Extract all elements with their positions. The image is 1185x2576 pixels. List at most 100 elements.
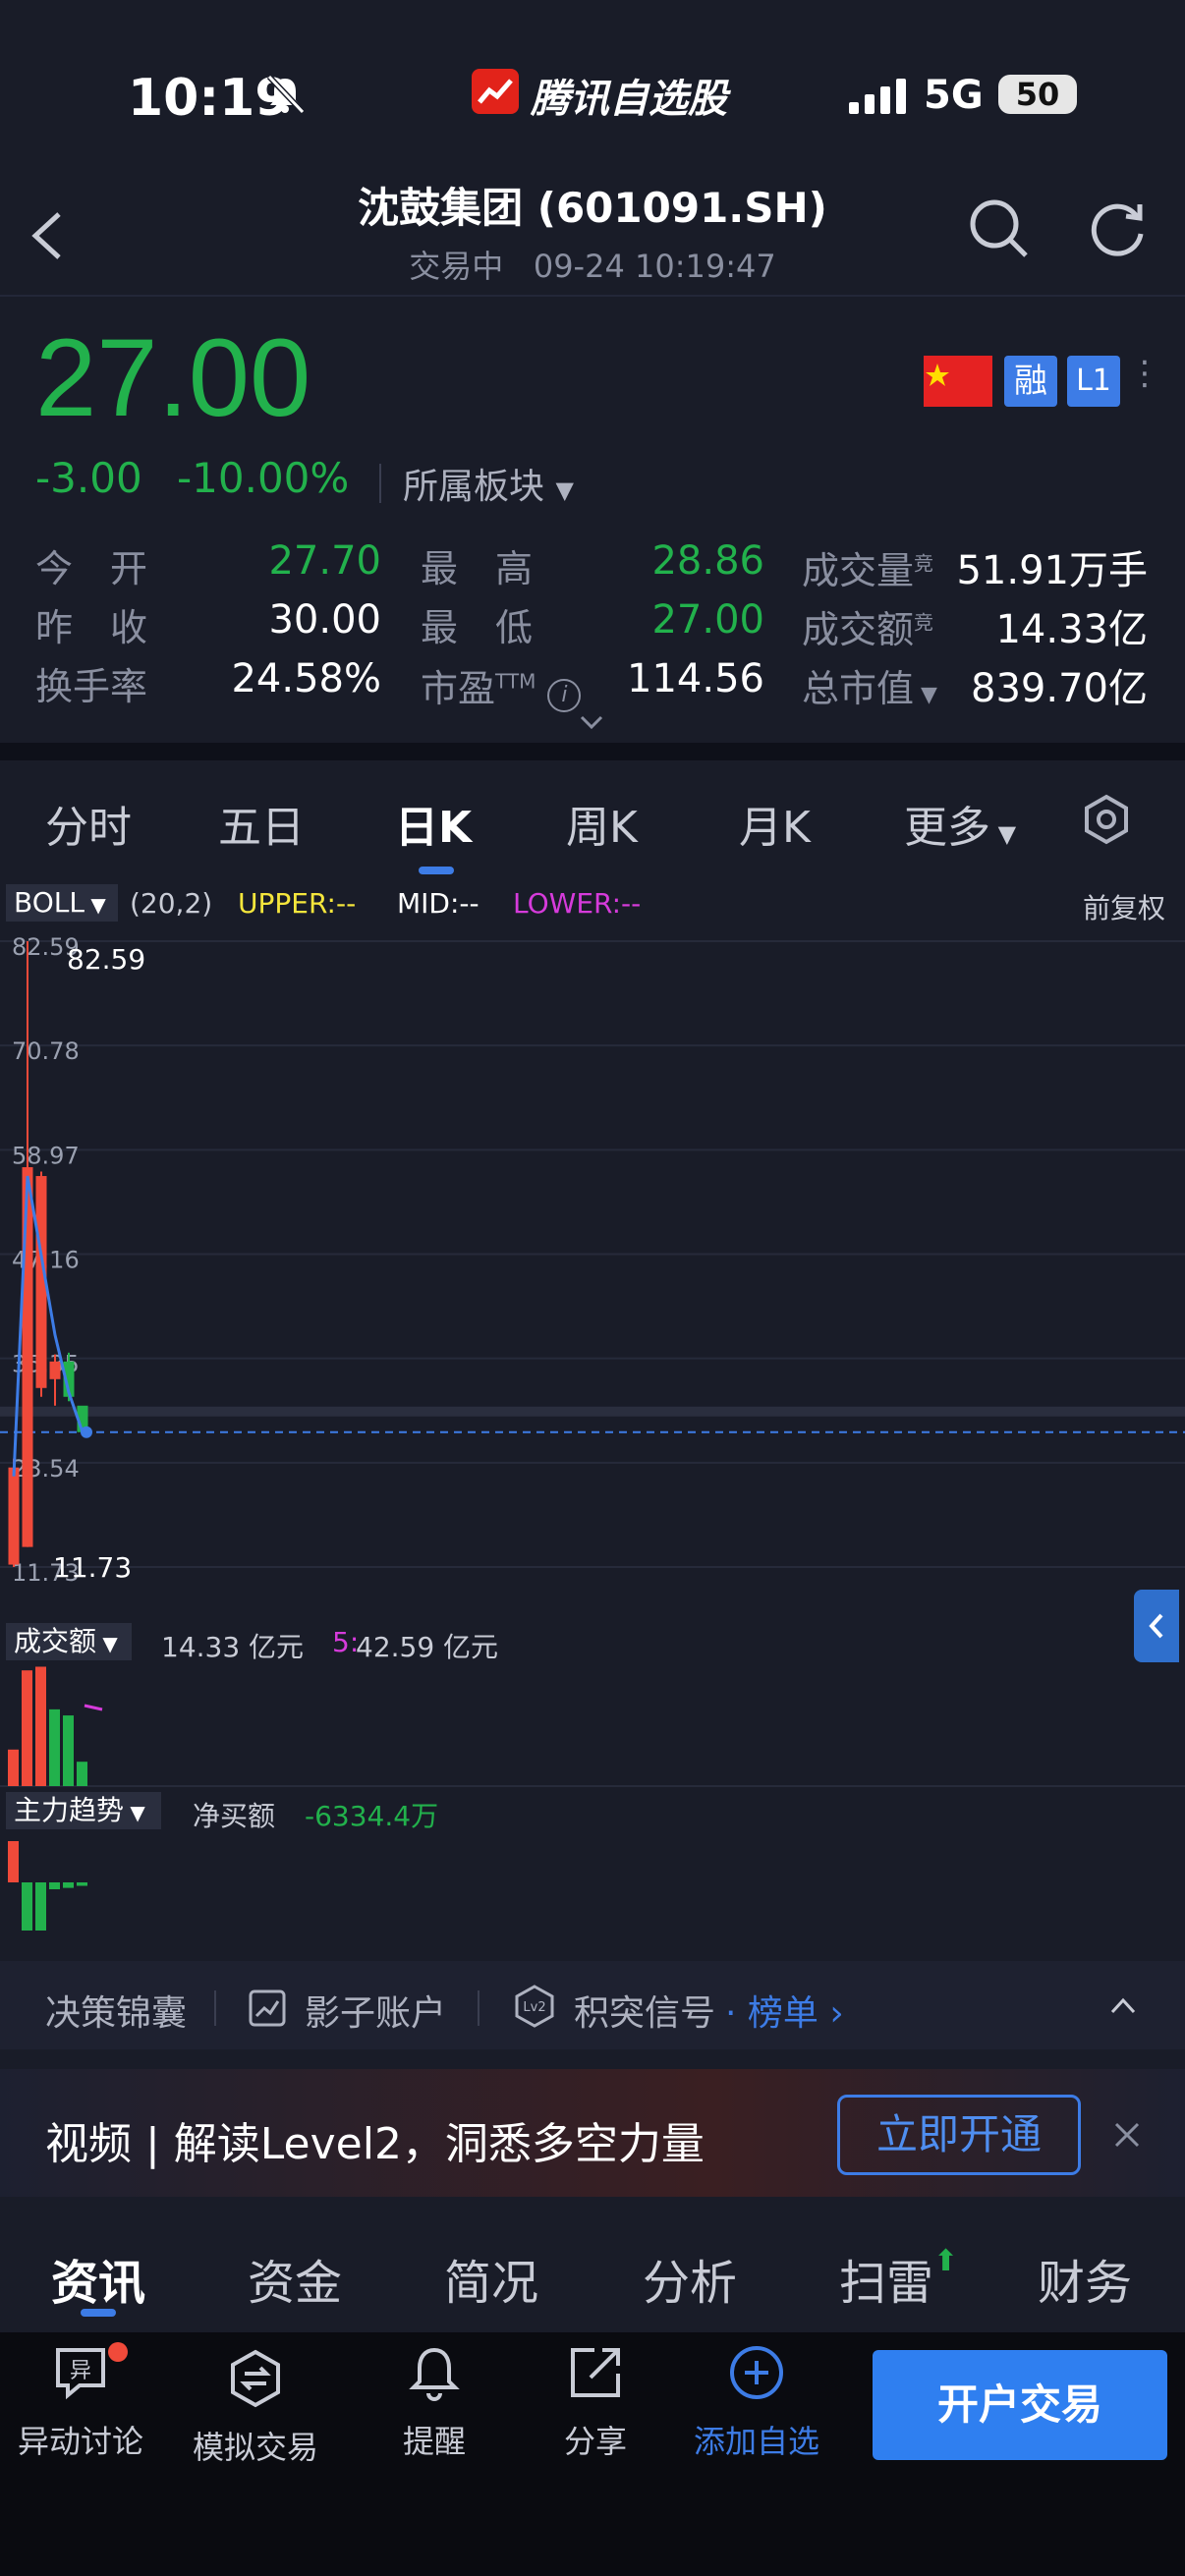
open-label: 今 开 — [35, 547, 148, 590]
divider — [478, 1990, 480, 2026]
y-tick-label: 70.78 — [12, 1037, 80, 1065]
flow-panel-label: 主力趋势 — [14, 1794, 125, 1826]
prev-close-value: 30.00 — [268, 597, 381, 643]
flow-bar — [35, 1882, 46, 1931]
tab-news[interactable]: 资讯 — [51, 2244, 145, 2313]
tab-more[interactable]: 更多 ▼ — [904, 792, 1016, 855]
net-buy-value: -6334.4万 — [305, 1800, 439, 1832]
more-vertical-icon[interactable]: ⋮ — [1128, 354, 1161, 393]
candlestick-chart[interactable]: 82.5970.7858.9747.1635.3523.5411.7382.59… — [0, 924, 1185, 1582]
tab-daily-k[interactable]: 日K — [395, 792, 472, 855]
search-icon[interactable] — [967, 196, 1030, 259]
nav-share-label: 分享 — [563, 2423, 627, 2460]
decision-kit-link[interactable]: 决策锦囊 — [45, 1985, 187, 2036]
tab-intraday[interactable]: 分时 — [45, 792, 132, 855]
tab-finance[interactable]: 财务 — [1038, 2244, 1132, 2313]
chart-card-icon — [249, 1989, 286, 2027]
adjust-mode[interactable]: 前复权 — [1083, 887, 1165, 926]
caret-down-icon: ▼ — [990, 820, 1017, 848]
tab-monthly-k[interactable]: 月K — [739, 792, 811, 855]
low-value: 27.00 — [651, 597, 764, 643]
nav-share[interactable]: 分享 — [517, 2342, 674, 2462]
margin-badge[interactable]: 融 — [1004, 356, 1057, 407]
indicator-selector[interactable]: BOLL ▼ — [6, 884, 118, 922]
expand-chevron-icon[interactable] — [578, 713, 605, 731]
flow-bar — [22, 1882, 32, 1931]
amount-label-text: 成交额 — [802, 608, 915, 651]
shadow-account-link[interactable]: 影子账户 — [305, 1985, 446, 2036]
pe-value: 114.56 — [627, 656, 764, 701]
ranking-link[interactable]: · 榜单 › — [725, 1985, 844, 2036]
notification-dot — [108, 2342, 128, 2362]
tab-weekly-k[interactable]: 周K — [566, 792, 638, 855]
collapse-up-icon[interactable] — [1106, 1994, 1140, 2016]
tab-funds[interactable]: 资金 — [248, 2244, 342, 2313]
turnover-label: 换手率 — [35, 665, 148, 708]
tab-risk-scan[interactable]: 扫雷⬆ — [839, 2244, 958, 2313]
discussion-icon: 异 — [56, 2348, 105, 2400]
caret-down-icon: ▼ — [555, 476, 574, 504]
caret-down-icon: ▼ — [124, 1801, 145, 1824]
indicator-name: BOLL — [14, 886, 85, 919]
tab-analysis[interactable]: 分析 — [643, 2244, 737, 2313]
quote-datetime: 09-24 10:19:47 — [533, 248, 776, 285]
volume-label: 成交量竞 — [802, 540, 933, 594]
open-account-button[interactable]: 开户交易 — [873, 2350, 1167, 2460]
min-price-label: 11.73 — [53, 1551, 132, 1582]
signal-icon — [849, 79, 906, 114]
caret-down-icon: ▼ — [96, 1632, 118, 1655]
mktcap-label[interactable]: 总市值 ▼ — [802, 658, 937, 712]
volume-panel-value: 14.33 亿元 — [161, 1631, 305, 1663]
ranking-link-label: · 榜单 — [725, 1993, 818, 2034]
pe-label-text: 市盈 — [421, 667, 496, 710]
low-label: 最 低 — [421, 606, 534, 649]
volume-bar — [63, 1715, 74, 1786]
muted-bell-icon — [266, 74, 306, 115]
flow-bar — [49, 1882, 60, 1889]
volume-bar — [22, 1670, 32, 1786]
nav-add-watchlist[interactable]: 添加自选 — [678, 2342, 835, 2462]
promo-text: 视频 | 解读Level2，洞悉多空力量 — [45, 2119, 705, 2169]
close-icon[interactable] — [1112, 2120, 1142, 2150]
info-icon[interactable]: i — [547, 679, 582, 712]
nav-discuss[interactable]: 异 异动讨论 — [2, 2342, 159, 2462]
tab-five-day[interactable]: 五日 — [218, 792, 305, 855]
active-tab-indicator — [419, 867, 454, 874]
header-divider — [0, 295, 1185, 297]
volume-ma-value: 42.59 亿元 — [356, 1631, 499, 1663]
flow-panel-selector[interactable]: 主力趋势 ▼ — [6, 1792, 161, 1829]
price-change-pct: -10.00% — [177, 454, 350, 502]
nav-discuss-label: 异动讨论 — [17, 2423, 143, 2460]
collapse-panel-button[interactable] — [1134, 1590, 1179, 1662]
sector-dropdown[interactable]: 所属板块 ▼ — [403, 458, 574, 509]
pe-sup: TTM — [495, 669, 536, 694]
amount-value: 14.33亿 — [995, 607, 1148, 652]
tab-profile[interactable]: 简况 — [444, 2244, 538, 2313]
volume-ma-line — [84, 1704, 103, 1711]
nav-simulate-label: 模拟交易 — [192, 2429, 318, 2466]
activate-button[interactable]: 立即开通 — [837, 2095, 1081, 2175]
active-tab-indicator — [81, 2309, 116, 2317]
signal-link[interactable]: 积突信号 — [574, 1985, 715, 2036]
indicator-lower: LOWER:-- — [513, 887, 642, 920]
y-tick-label: 23.54 — [12, 1455, 80, 1483]
volume-chart[interactable] — [0, 1660, 1185, 1788]
pe-label: 市盈TTM i — [421, 658, 582, 712]
nav-simulate[interactable]: 模拟交易 — [177, 2348, 334, 2468]
main-flow-chart[interactable] — [0, 1831, 1185, 1959]
volume-panel-selector[interactable]: 成交额 ▼ — [6, 1623, 132, 1660]
volume-sup: 竞 — [914, 551, 934, 576]
battery-indicator: 50 — [998, 75, 1077, 114]
settings-icon[interactable] — [1081, 794, 1132, 845]
net-buy-label: 净买额 — [193, 1800, 276, 1832]
price-band — [0, 1406, 1185, 1417]
level-badge[interactable]: L1 — [1067, 356, 1120, 407]
caret-down-icon: ▼ — [914, 683, 937, 707]
divider — [214, 1990, 216, 2026]
prev-close-label: 昨 收 — [35, 606, 148, 649]
share-icon — [571, 2348, 620, 2397]
refresh-icon[interactable] — [1087, 198, 1148, 259]
volume-panel-label: 成交额 — [14, 1625, 97, 1657]
open-value: 27.70 — [268, 538, 381, 584]
nav-alert[interactable]: 提醒 — [356, 2342, 513, 2462]
